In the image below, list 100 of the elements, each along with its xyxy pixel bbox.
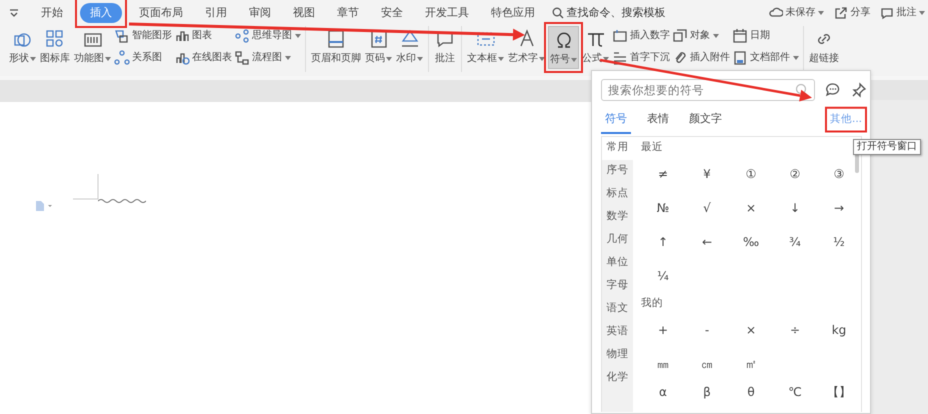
symbol-item[interactable]: ㎝ (685, 354, 729, 372)
top-action-button[interactable]: 批注 (880, 5, 926, 21)
top-action-button[interactable]: 分享 (834, 5, 870, 21)
category-item[interactable]: 常用 (602, 136, 633, 160)
category-item[interactable]: 数学 (602, 206, 633, 228)
symbol-item[interactable]: ㎡ (729, 354, 773, 372)
ribbon-button[interactable]: 对象 (672, 28, 730, 44)
caret-icon[interactable] (539, 56, 545, 60)
command-search[interactable]: 查找命令、搜索模板 (566, 4, 666, 22)
ribbon-button[interactable]: 文本框 (466, 26, 505, 67)
pin-icon[interactable] (851, 82, 867, 98)
category-item[interactable]: 英语 (602, 320, 633, 344)
caret-icon[interactable] (498, 56, 504, 60)
category-item[interactable]: 化学 (602, 366, 633, 390)
ribbon-button[interactable]: 在线图表 (174, 50, 232, 66)
panel-tab[interactable]: 符号 (601, 109, 631, 134)
symbol-item[interactable]: ÷ (773, 320, 817, 338)
symbol-item[interactable]: № (641, 198, 685, 216)
ribbon-button[interactable]: 形状 (8, 26, 37, 67)
top-action-button[interactable]: 未保存 (769, 5, 824, 21)
relation-icon (114, 50, 130, 66)
symbol-item[interactable]: + (641, 320, 685, 338)
ribbon-button[interactable]: 图标库 (39, 26, 71, 67)
ribbon-button[interactable]: 图表 (174, 28, 232, 44)
panel-tab[interactable]: 颜文字 (685, 109, 726, 134)
caret-icon[interactable] (713, 34, 719, 38)
ribbon-tab[interactable]: 章节 (337, 3, 359, 23)
caret-icon[interactable] (386, 56, 392, 60)
symbol-item[interactable]: ≠ (641, 164, 685, 182)
symbol-item[interactable]: ¾ (773, 232, 817, 250)
chat-icon[interactable] (825, 82, 841, 98)
ribbon-button[interactable]: 文档部件 (732, 50, 799, 66)
caret-icon[interactable] (818, 11, 824, 15)
symbol-item[interactable]: ← (685, 232, 729, 250)
caret-icon[interactable] (295, 34, 301, 38)
symbol-search-field[interactable]: 搜索你想要的符号 (601, 79, 815, 101)
ribbon-tab[interactable]: 安全 (381, 3, 403, 23)
ribbon-tab[interactable]: 页面布局 (139, 3, 183, 23)
symbol-item[interactable]: ¼ (641, 266, 685, 284)
ribbon-button[interactable]: 水印 (395, 26, 424, 67)
ribbon-button[interactable]: 插入附件 (672, 50, 730, 66)
ribbon-tab[interactable]: 审阅 (249, 3, 271, 23)
ribbon-button[interactable]: 艺术字 (507, 26, 546, 67)
symbol-item[interactable]: ㎜ (641, 354, 685, 372)
ribbon-button[interactable]: 功能图 (73, 26, 112, 67)
caret-icon[interactable] (30, 56, 36, 60)
symbol-item[interactable]: → (817, 198, 861, 216)
caret-icon[interactable] (793, 56, 799, 60)
symbol-item[interactable]: ② (773, 164, 817, 182)
ribbon-button[interactable]: 智能图形 (114, 28, 172, 44)
caret-icon[interactable] (105, 56, 111, 60)
ribbon-button[interactable]: 页码 (364, 26, 393, 67)
quick-menu-icon[interactable] (8, 8, 20, 18)
ribbon-button[interactable]: 流程图 (234, 50, 301, 66)
category-item[interactable]: 物理 (602, 344, 633, 366)
ribbon-button[interactable]: 思维导图 (234, 28, 301, 44)
ribbon-button[interactable]: 插入数字 (612, 28, 670, 44)
category-item[interactable]: 字母 (602, 274, 633, 298)
symbol-item[interactable]: ¥ (685, 164, 729, 182)
ribbon-tab[interactable]: 引用 (205, 3, 227, 23)
category-item[interactable]: 语文 (602, 298, 633, 320)
ribbon-tab[interactable]: 特色应用 (491, 3, 535, 23)
symbol-item[interactable]: α (641, 382, 685, 400)
ribbon-button[interactable]: 超链接 (808, 26, 840, 67)
symbol-item[interactable]: β (685, 382, 729, 400)
caret-icon[interactable] (417, 56, 423, 60)
mind-map-icon (234, 28, 250, 44)
category-item[interactable]: 几何 (602, 228, 633, 252)
symbol-item[interactable]: ↓ (773, 198, 817, 216)
symbol-item[interactable]: ① (729, 164, 773, 182)
symbol-item[interactable]: ‰ (729, 232, 773, 250)
ribbon-tab[interactable]: 开始 (41, 3, 63, 23)
ribbon-button[interactable]: 日期 (732, 28, 799, 44)
ribbon-button[interactable]: 关系图 (114, 50, 172, 66)
ribbon-button[interactable]: 首字下沉 (612, 50, 670, 66)
ribbon-tab[interactable]: 开发工具 (425, 3, 469, 23)
caret-icon[interactable] (919, 11, 926, 15)
ribbon-tab[interactable]: 视图 (293, 3, 315, 23)
category-item[interactable]: 标点 (602, 182, 633, 206)
caret-icon[interactable] (571, 58, 577, 62)
caret-icon[interactable] (603, 56, 609, 60)
ribbon-button[interactable]: 公式 (581, 26, 610, 67)
symbol-item[interactable]: 【】 (817, 382, 861, 400)
symbol-item[interactable]: ③ (817, 164, 861, 182)
symbol-item[interactable]: × (729, 198, 773, 216)
symbol-item[interactable]: ↑ (641, 232, 685, 250)
symbol-item[interactable]: kg (817, 320, 861, 338)
ribbon-button[interactable]: 符号 (548, 26, 579, 69)
symbol-item[interactable]: ℃ (773, 382, 817, 400)
symbol-item[interactable]: ½ (817, 232, 861, 250)
symbol-item[interactable]: √ (685, 198, 729, 216)
ribbon-button[interactable]: 页眉和页脚 (310, 26, 362, 67)
category-item[interactable]: 序号 (602, 160, 633, 182)
symbol-item[interactable]: θ (729, 382, 773, 400)
ribbon-button[interactable]: 批注 (433, 26, 457, 67)
symbol-item[interactable]: - (685, 320, 729, 338)
caret-icon[interactable] (285, 56, 291, 60)
category-item[interactable]: 单位 (602, 252, 633, 274)
symbol-item[interactable]: × (729, 320, 773, 338)
panel-tab[interactable]: 表情 (643, 109, 673, 134)
